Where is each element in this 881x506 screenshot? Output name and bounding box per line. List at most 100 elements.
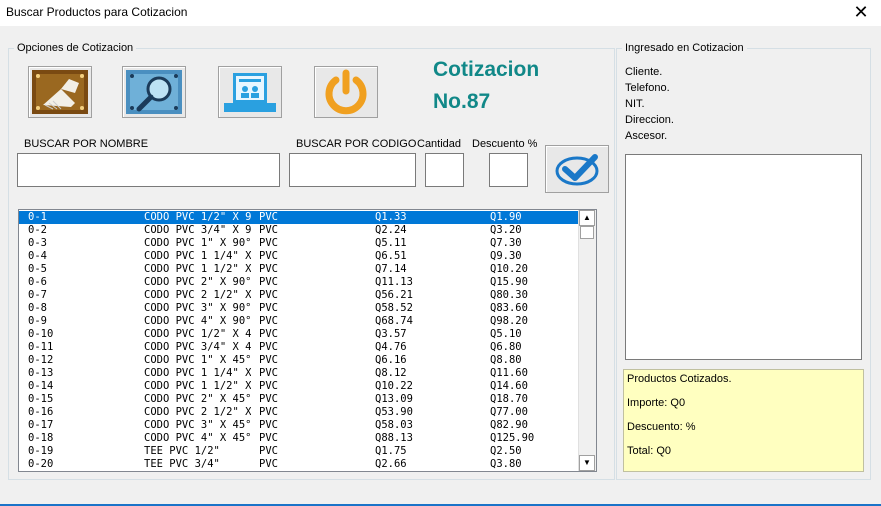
scroll-thumb[interactable]: [580, 226, 594, 239]
product-row[interactable]: 0-12 CODO PVC 1" X 45° PVC Q6.16 Q8.80: [19, 354, 581, 367]
product-row[interactable]: 0-2 CODO PVC 3/4" X 90° PVC Q2.24 Q3.20: [19, 224, 581, 237]
document-users-icon: [224, 73, 276, 112]
product-cost: Q56.21: [375, 289, 413, 301]
scrollbar[interactable]: ▲ ▼: [578, 210, 596, 471]
product-row[interactable]: 0-16 CODO PVC 2 1/2" X 45 PVC Q53.90 Q77.00: [19, 406, 581, 419]
product-price: Q3.20: [490, 224, 522, 236]
product-code: 0-8: [28, 302, 47, 314]
product-cost: Q53.90: [375, 406, 413, 418]
product-row[interactable]: 0-9 CODO PVC 4" X 90° PVC Q68.74 Q98.20: [19, 315, 581, 328]
product-price: Q125.90: [490, 432, 535, 444]
product-code: 0-13: [28, 367, 54, 379]
search-code-input[interactable]: [289, 153, 416, 187]
product-cost: Q58.03: [375, 419, 413, 431]
exit-button[interactable]: [314, 66, 378, 118]
product-code: 0-11: [28, 341, 54, 353]
product-type: PVC: [259, 458, 278, 470]
product-cost: Q2.24: [375, 224, 407, 236]
report-button[interactable]: [218, 66, 282, 118]
quantity-input[interactable]: [425, 153, 464, 187]
product-code: 0-4: [28, 250, 47, 262]
product-name: CODO PVC 3" X 45°: [144, 419, 251, 431]
product-price: Q5.10: [490, 328, 522, 340]
power-icon: [325, 69, 367, 115]
product-price: Q8.80: [490, 354, 522, 366]
product-row[interactable]: 0-11 CODO PVC 3/4" X 45° PVC Q4.76 Q6.80: [19, 341, 581, 354]
product-row[interactable]: 0-20 TEE PVC 3/4" PVC Q2.66 Q3.80: [19, 458, 581, 471]
product-cost: Q11.13: [375, 276, 413, 288]
product-type: PVC: [259, 250, 278, 262]
window-title: Buscar Productos para Cotizacion: [6, 5, 188, 19]
product-name: CODO PVC 1 1/2" X 45: [144, 380, 251, 392]
discount-input[interactable]: [489, 153, 528, 187]
product-cost: Q3.57: [375, 328, 407, 340]
product-row[interactable]: 0-8 CODO PVC 3" X 90° PVC Q58.52 Q83.60: [19, 302, 581, 315]
product-row[interactable]: 0-19 TEE PVC 1/2" PVC Q1.75 Q2.50: [19, 445, 581, 458]
product-code: 0-1: [28, 211, 47, 223]
product-type: PVC: [259, 367, 278, 379]
product-type: PVC: [259, 302, 278, 314]
product-cost: Q1.33: [375, 211, 407, 223]
descuento-label: Descuento: %: [627, 421, 696, 433]
product-row[interactable]: 0-6 CODO PVC 2" X 90° PVC Q11.13 Q15.90: [19, 276, 581, 289]
product-type: PVC: [259, 341, 278, 353]
scroll-up-button[interactable]: ▲: [579, 210, 595, 226]
product-row[interactable]: 0-13 CODO PVC 1 1/4" X 45 PVC Q8.12 Q11.60: [19, 367, 581, 380]
product-type: PVC: [259, 224, 278, 236]
direccion-label: Direccion.: [625, 114, 674, 126]
product-price: Q10.20: [490, 263, 528, 275]
search-name-input[interactable]: [17, 153, 280, 187]
total-label: Total: Q0: [627, 445, 672, 457]
quoted-items-list[interactable]: [625, 154, 862, 360]
search-name-label: BUSCAR POR NOMBRE: [24, 138, 149, 150]
product-type: PVC: [259, 315, 278, 327]
product-list[interactable]: 0-1 CODO PVC 1/2" X 90 PVC Q1.33 Q1.90 0-2 COD…: [18, 209, 597, 472]
product-cost: Q2.66: [375, 458, 407, 470]
product-row[interactable]: 0-14 CODO PVC 1 1/2" X 45 PVC Q10.22 Q14.60: [19, 380, 581, 393]
product-code: 0-17: [28, 419, 54, 431]
product-code: 0-20: [28, 458, 54, 470]
product-type: PVC: [259, 276, 278, 288]
product-type: PVC: [259, 237, 278, 249]
product-price: Q3.80: [490, 458, 522, 470]
product-price: Q1.90: [490, 211, 522, 223]
product-code: 0-7: [28, 289, 47, 301]
cliente-label: Cliente.: [625, 66, 663, 78]
product-row[interactable]: 0-4 CODO PVC 1 1/4" X 90 PVC Q6.51 Q9.30: [19, 250, 581, 263]
product-row[interactable]: 0-1 CODO PVC 1/2" X 90 PVC Q1.33 Q1.90: [19, 211, 581, 224]
product-price: Q2.50: [490, 445, 522, 457]
search-code-label: BUSCAR POR CODIGO: [296, 138, 417, 150]
ingresado-group-legend: Ingresado en Cotizacion: [625, 42, 744, 54]
product-name: CODO PVC 1 1/4" X 90: [144, 250, 251, 262]
product-row[interactable]: 0-3 CODO PVC 1" X 90° PVC Q5.11 Q7.30: [19, 237, 581, 250]
product-code: 0-14: [28, 380, 54, 392]
product-row[interactable]: 0-10 CODO PVC 1/2" X 45° PVC Q3.57 Q5.10: [19, 328, 581, 341]
product-row[interactable]: 0-7 CODO PVC 2 1/2" X 90 PVC Q56.21 Q80.30: [19, 289, 581, 302]
cotizacion-number: No.87: [433, 90, 491, 113]
title-bar: Buscar Productos para Cotizacion ✕: [0, 0, 881, 26]
product-type: PVC: [259, 393, 278, 405]
close-button[interactable]: ✕: [847, 1, 875, 25]
product-cost: Q6.16: [375, 354, 407, 366]
search-button[interactable]: [122, 66, 186, 118]
product-code: 0-16: [28, 406, 54, 418]
add-button[interactable]: [545, 145, 609, 193]
clear-button[interactable]: [28, 66, 92, 118]
product-name: TEE PVC 3/4": [144, 458, 220, 470]
telefono-label: Telefono.: [625, 82, 670, 94]
product-row[interactable]: 0-5 CODO PVC 1 1/2" X 90 PVC Q7.14 Q10.20: [19, 263, 581, 276]
product-cost: Q58.52: [375, 302, 413, 314]
product-name: CODO PVC 1" X 45°: [144, 354, 251, 366]
product-row[interactable]: 0-17 CODO PVC 3" X 45° PVC Q58.03 Q82.90: [19, 419, 581, 432]
scroll-down-button[interactable]: ▼: [579, 455, 595, 471]
product-name: CODO PVC 1/2" X 45°: [144, 328, 251, 340]
product-price: Q77.00: [490, 406, 528, 418]
discount-label: Descuento %: [472, 138, 538, 150]
product-type: PVC: [259, 263, 278, 275]
product-type: PVC: [259, 419, 278, 431]
product-row[interactable]: 0-18 CODO PVC 4" X 45° PVC Q88.13 Q125.90: [19, 432, 581, 445]
options-group-legend: Opciones de Cotizacion: [17, 42, 134, 54]
product-cost: Q88.13: [375, 432, 413, 444]
product-price: Q7.30: [490, 237, 522, 249]
product-row[interactable]: 0-15 CODO PVC 2" X 45° PVC Q13.09 Q18.70: [19, 393, 581, 406]
